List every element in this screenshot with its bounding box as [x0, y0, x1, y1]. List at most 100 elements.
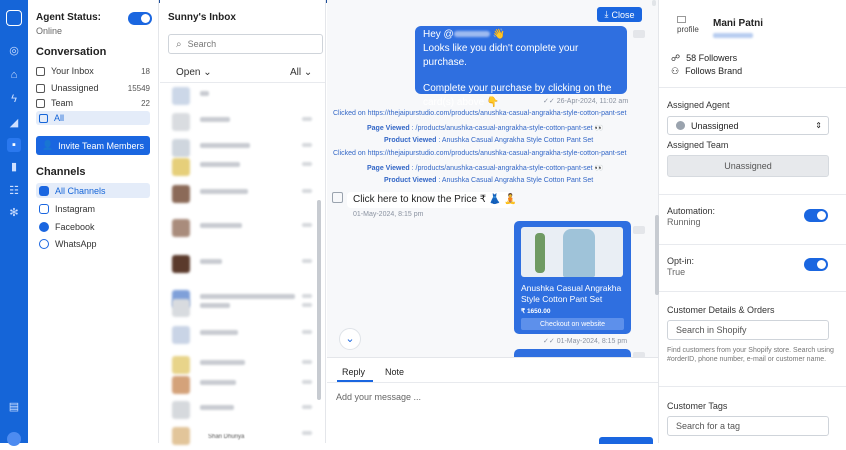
card-time: ✓✓ 01-May-2024, 8:15 pm [543, 338, 628, 345]
dashboard-icon[interactable]: ◎ [7, 44, 21, 58]
sidebar-item-all[interactable]: All [36, 111, 150, 125]
app-logo-icon[interactable] [6, 10, 22, 26]
conversation-sidebar: Agent Status: Online Conversation Your I… [28, 0, 159, 443]
status-filter-label: Open [176, 67, 201, 78]
status-filter-dropdown[interactable]: Open ⌄ [176, 67, 212, 78]
search-icon: ⌕ [176, 38, 182, 50]
tab-note[interactable]: Note [385, 367, 404, 377]
tag-search-input[interactable]: Search for a tag [667, 416, 829, 436]
agent-status-toggle[interactable] [128, 12, 152, 25]
list-item[interactable] [168, 182, 316, 208]
list-item[interactable] [168, 155, 316, 181]
plant-shape [535, 233, 545, 273]
conversation-preview [200, 117, 230, 122]
assigned-team-select[interactable]: Unassigned [667, 155, 829, 177]
outgoing-message: Hey @ 👋 Looks like you didn't complete y… [415, 26, 627, 108]
avatar [172, 158, 190, 176]
automation-value: Running [667, 217, 701, 227]
book-icon[interactable]: ▤ [7, 400, 21, 414]
conversation-time [302, 259, 312, 263]
conversation-preview [200, 405, 234, 410]
event-label: Product Viewed [384, 177, 437, 184]
event-line[interactable]: Clicked on https://thejaipurstudio.com/p… [333, 150, 626, 157]
chevron-updown-icon: ⇕ [815, 121, 822, 130]
chat-icon[interactable]: ▪ [7, 138, 21, 152]
search-placeholder: Search [187, 39, 217, 49]
broken-image-icon [332, 192, 343, 203]
checkout-button[interactable]: Checkout on website [521, 318, 624, 330]
event-line: Page Viewed : /products/anushka-casual-a… [367, 124, 603, 132]
megaphone-icon[interactable]: ◢ [7, 116, 21, 130]
analytics-icon[interactable]: ▮ [7, 160, 21, 174]
channel-all-channels[interactable]: All Channels [36, 183, 150, 198]
list-item[interactable] [168, 398, 316, 424]
incoming-time: 01-May-2024, 8:15 pm [353, 211, 424, 218]
invite-team-members-button[interactable]: 👤 Invite Team Members [36, 136, 150, 155]
channel-filter-dropdown[interactable]: All ⌄ [290, 67, 312, 78]
add-user-icon: 👤 [41, 140, 54, 150]
list-item[interactable]: Shari Dhuriya [168, 424, 316, 450]
contacts-icon[interactable]: ☷ [7, 184, 21, 198]
list-item[interactable] [168, 252, 316, 278]
event-label: Clicked on [333, 110, 366, 117]
sidebar-item-team[interactable]: Team 22 [36, 96, 150, 110]
event-line[interactable]: Clicked on https://thejaipurstudio.com/p… [333, 110, 626, 117]
sidebar-item-unassigned[interactable]: Unassigned 15549 [36, 81, 150, 95]
list-item[interactable] [168, 216, 316, 242]
optin-toggle[interactable] [804, 258, 828, 271]
sidebar-item-label: Your Inbox [51, 66, 94, 76]
agent-status-label: Agent Status: [36, 12, 101, 23]
list-item[interactable] [168, 373, 316, 399]
product-image[interactable] [521, 227, 623, 277]
settings-icon[interactable]: ✻ [7, 206, 21, 220]
inbox-icon [39, 113, 48, 123]
conversation-time [302, 189, 312, 193]
list-item[interactable] [168, 323, 316, 349]
chevron-down-icon: ⌄ [203, 67, 212, 78]
inbox-scrollbar[interactable] [317, 200, 321, 400]
avatar [172, 299, 190, 317]
shopify-help-text: Find customers from your Shopify store. … [667, 347, 834, 363]
inbox-panel: Sunny's Inbox ⌕ Search Open ⌄ All ⌄ Shari… [160, 0, 326, 445]
list-item[interactable] [168, 110, 316, 136]
shopify-search-input[interactable]: Search in Shopify [667, 320, 829, 340]
avatar [172, 356, 190, 374]
message-text: Looks like you didn't complete your purc… [423, 43, 579, 68]
automation-toggle[interactable] [804, 209, 828, 222]
sidebar-item-label: All [54, 113, 65, 123]
conversation-time [302, 431, 312, 435]
channel-whatsapp[interactable]: WhatsApp [36, 236, 150, 251]
chat-scrollbar[interactable] [652, 0, 656, 6]
close-button[interactable]: ⤓ Close [597, 7, 642, 22]
chevron-down-icon: ⌄ [303, 67, 313, 78]
conversation-preview [200, 330, 238, 335]
channel-facebook[interactable]: Facebook [36, 219, 150, 234]
sidebar-item-count: 18 [141, 66, 150, 76]
lightning-icon[interactable]: ϟ [7, 92, 21, 106]
search-input[interactable]: ⌕ Search [168, 34, 323, 54]
home-icon[interactable]: ⌂ [7, 68, 21, 82]
avatar [172, 326, 190, 344]
sidebar-item-your-inbox[interactable]: Your Inbox 18 [36, 64, 150, 78]
channels-heading: Channels [36, 166, 86, 178]
inbox-icon [36, 66, 45, 76]
conversation-time [302, 223, 312, 227]
conversation-preview [200, 143, 250, 148]
timestamp: 01-May-2024, 8:15 pm [556, 338, 628, 345]
list-item[interactable] [168, 296, 316, 322]
sender-avatar [633, 226, 645, 234]
user-icon [676, 121, 685, 130]
facebook-icon [39, 221, 49, 232]
automation-label: Automation: [667, 206, 716, 216]
conversation-time [302, 360, 312, 364]
conversation-preview [200, 360, 245, 365]
channel-instagram[interactable]: Instagram [36, 201, 150, 216]
user-avatar-icon[interactable] [7, 432, 21, 446]
message-input[interactable]: Add your message ... [336, 392, 421, 402]
right-scrollbar[interactable] [655, 215, 659, 295]
assigned-agent-value: Unassigned [691, 120, 739, 131]
list-item[interactable] [168, 84, 316, 110]
scroll-down-button[interactable]: ⌄ [339, 328, 361, 350]
assigned-agent-select[interactable]: Unassigned ⇕ [667, 116, 829, 135]
tab-reply[interactable]: Reply [342, 367, 365, 377]
